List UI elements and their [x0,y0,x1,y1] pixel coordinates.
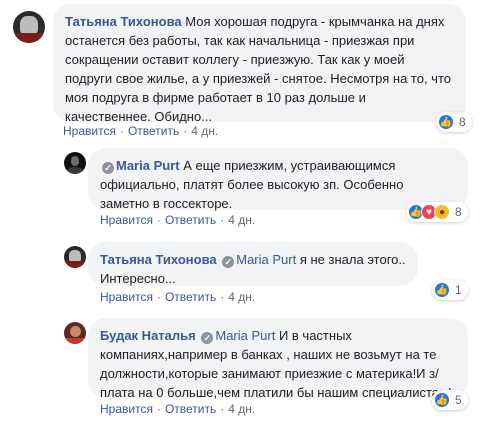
comment-actions: Нравится · Ответить · 4 дн. [100,402,256,416]
mention-tag[interactable]: Maria Purt [215,328,275,343]
verified-icon: ✓ [222,256,235,268]
like-icon: 👍 [438,114,454,130]
reaction-count: 1 [455,283,462,297]
comment-time[interactable]: 4 дн. [228,402,255,416]
comment-bubble: ✓ Maria Purt А еще приезжим, устраивающим… [88,148,468,211]
like-link[interactable]: Нравится [63,124,116,138]
comment-author[interactable]: Татьяна Тихонова [100,252,217,267]
reaction-count: 8 [455,205,462,219]
comment-bubble: Татьяна Тихонова ✓ Maria Purt я не знала … [88,242,418,286]
mention-tag[interactable]: Maria Purt [236,252,296,267]
reply-link[interactable]: Ответить [165,290,216,304]
comment-time[interactable]: 4 дн. [191,124,218,138]
like-icon: 👍 [434,392,450,408]
reply-link[interactable]: Ответить [165,213,216,227]
reaction-summary[interactable]: 👍 5 [432,390,468,410]
avatar[interactable] [64,322,86,344]
comment-bubble: Будак Наталья ✓ Maria Purt И в частных ко… [88,318,468,400]
avatar[interactable] [64,246,86,268]
avatar[interactable] [64,152,86,174]
like-icon: 👍 [434,282,450,298]
comment-actions: Нравится · Ответить · 4 дн. [100,213,256,227]
reaction-count: 8 [459,115,466,129]
comment-bubble: Татьяна Тихонова Моя хорошая подруга - к… [53,4,466,124]
comment-author[interactable]: Татьяна Тихонова [65,14,182,29]
like-link[interactable]: Нравится [100,402,153,416]
reaction-summary[interactable]: 👍 1 [432,280,468,300]
comment-text: Моя хорошая подруга - крымчанка на днях … [65,14,451,124]
comment-actions: Нравится · Ответить · 4 дн. [63,124,219,138]
comment-time[interactable]: 4 дн. [228,290,255,304]
reply-link[interactable]: Ответить [128,124,179,138]
verified-icon: ✓ [102,162,114,174]
reaction-count: 5 [455,393,462,407]
reply-link[interactable]: Ответить [165,402,216,416]
like-link[interactable]: Нравится [100,213,153,227]
like-link[interactable]: Нравится [100,290,153,304]
comment-time[interactable]: 4 дн. [228,213,255,227]
avatar[interactable] [13,11,45,43]
wow-icon: ● [434,204,450,220]
reaction-summary[interactable]: 👍 8 [436,112,472,132]
comment-author[interactable]: Maria Purt [116,158,180,173]
comment-author[interactable]: Будак Наталья [100,328,196,343]
comment-actions: Нравится · Ответить · 4 дн. [100,290,256,304]
verified-icon: ✓ [201,332,214,344]
reaction-summary[interactable]: 👍 ♥ ● 8 [406,202,468,222]
